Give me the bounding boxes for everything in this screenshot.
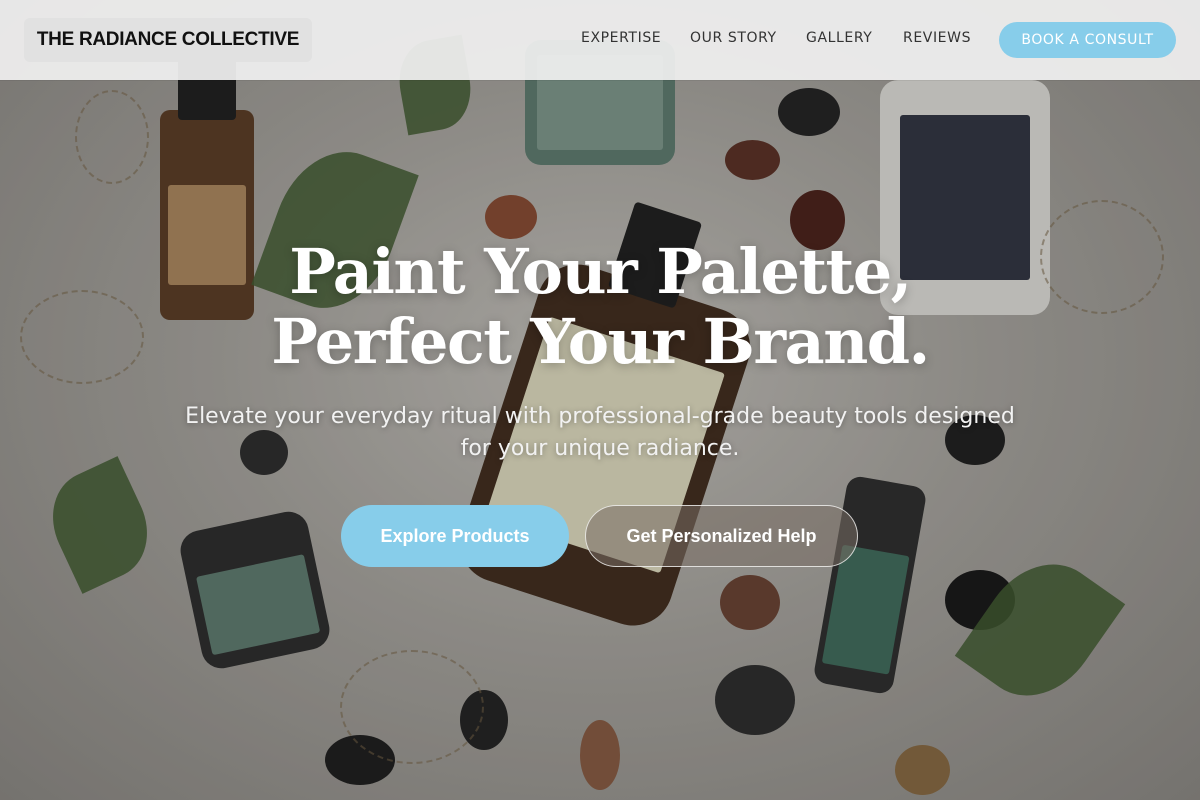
hero-overlay [0,0,1200,800]
nav-link-our-story[interactable]: OUR STORY [690,30,777,46]
hero-background [0,0,1200,800]
nav-link-reviews[interactable]: REVIEWS [903,30,971,46]
explore-products-button[interactable]: Explore Products [341,505,569,567]
nav-link-gallery[interactable]: GALLERY [806,30,872,46]
nav-link-expertise[interactable]: EXPERTISE [581,30,661,46]
brand-logo[interactable]: THE RADIANCE COLLECTIVE [24,18,312,62]
personalized-help-button[interactable]: Get Personalized Help [585,505,858,567]
hero-headline-line-2: Perfect Your Brand. [271,305,930,378]
hero-headline-line-1: Paint Your Palette, [289,235,912,308]
top-navbar: THE RADIANCE COLLECTIVE EXPERTISE OUR ST… [0,0,1200,80]
book-consult-button[interactable]: BOOK A CONSULT [999,22,1176,58]
hero-subheadline: Elevate your everyday ritual with profes… [185,404,1015,461]
